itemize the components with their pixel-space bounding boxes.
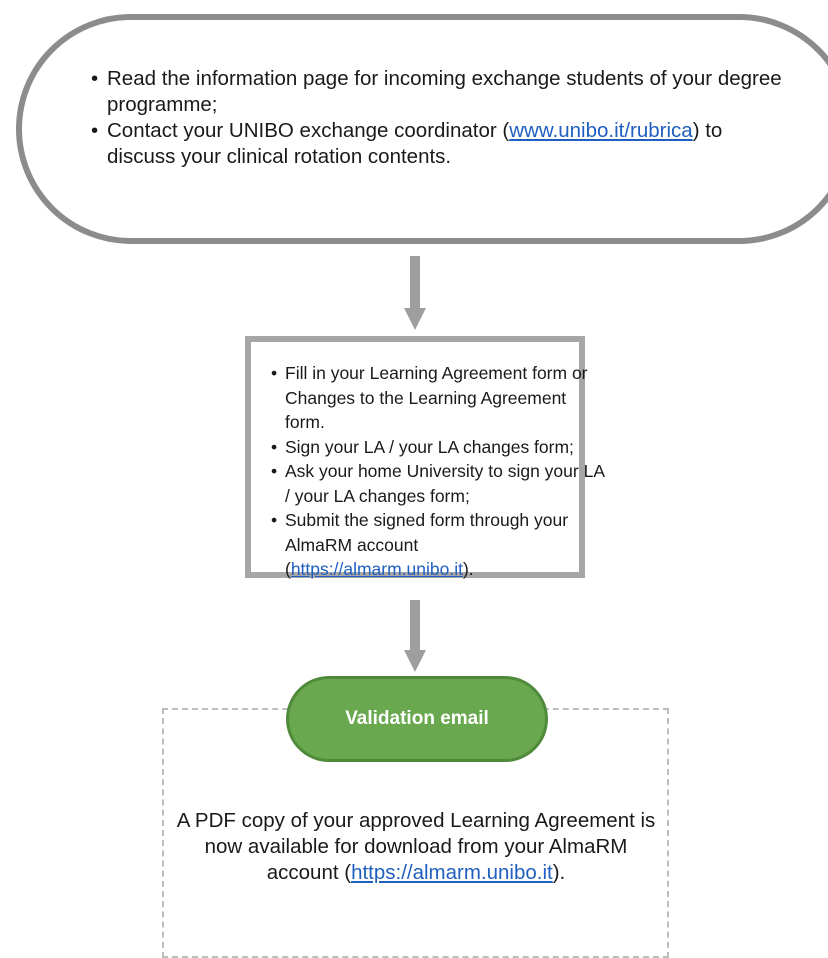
arrow-2-shaft xyxy=(410,600,420,652)
step-3-description: A PDF copy of your approved Learning Agr… xyxy=(176,808,656,886)
step-1-item-2: Contact your UNIBO exchange coordinator … xyxy=(91,118,787,170)
almarm-link-1[interactable]: https://almarm.unibo.it xyxy=(291,559,463,579)
validation-email-pill: Validation email xyxy=(286,676,548,762)
step-2-item-1: Fill in your Learning Agreement form or … xyxy=(271,361,605,435)
rubrica-link[interactable]: www.unibo.it/rubrica xyxy=(509,119,692,142)
step-2-item-4: Submit the signed form through your Alma… xyxy=(271,508,605,582)
step-1-item-1: Read the information page for incoming e… xyxy=(91,66,787,118)
step-1-terminator: Read the information page for incoming e… xyxy=(16,14,828,244)
step-2-item-4-suffix: ). xyxy=(462,559,474,579)
arrow-1-head xyxy=(404,308,426,330)
step-1-item-2-prefix: Contact your UNIBO exchange coordinator … xyxy=(107,119,510,142)
arrow-2-head xyxy=(404,650,426,672)
arrow-1 xyxy=(404,256,426,330)
arrow-2 xyxy=(404,600,426,672)
validation-email-title: Validation email xyxy=(345,708,489,729)
step-2-list: Fill in your Learning Agreement form or … xyxy=(267,361,605,582)
step-1-list: Read the information page for incoming e… xyxy=(87,66,787,170)
step-3-suffix: ). xyxy=(552,861,566,884)
step-2-item-2: Sign your LA / your LA changes form; xyxy=(271,435,605,460)
arrow-1-shaft xyxy=(410,256,420,310)
almarm-link-2[interactable]: https://almarm.unibo.it xyxy=(351,861,553,884)
step-2-process-box: Fill in your Learning Agreement form or … xyxy=(245,336,604,579)
step-2-item-3: Ask your home University to sign your LA… xyxy=(271,459,605,508)
